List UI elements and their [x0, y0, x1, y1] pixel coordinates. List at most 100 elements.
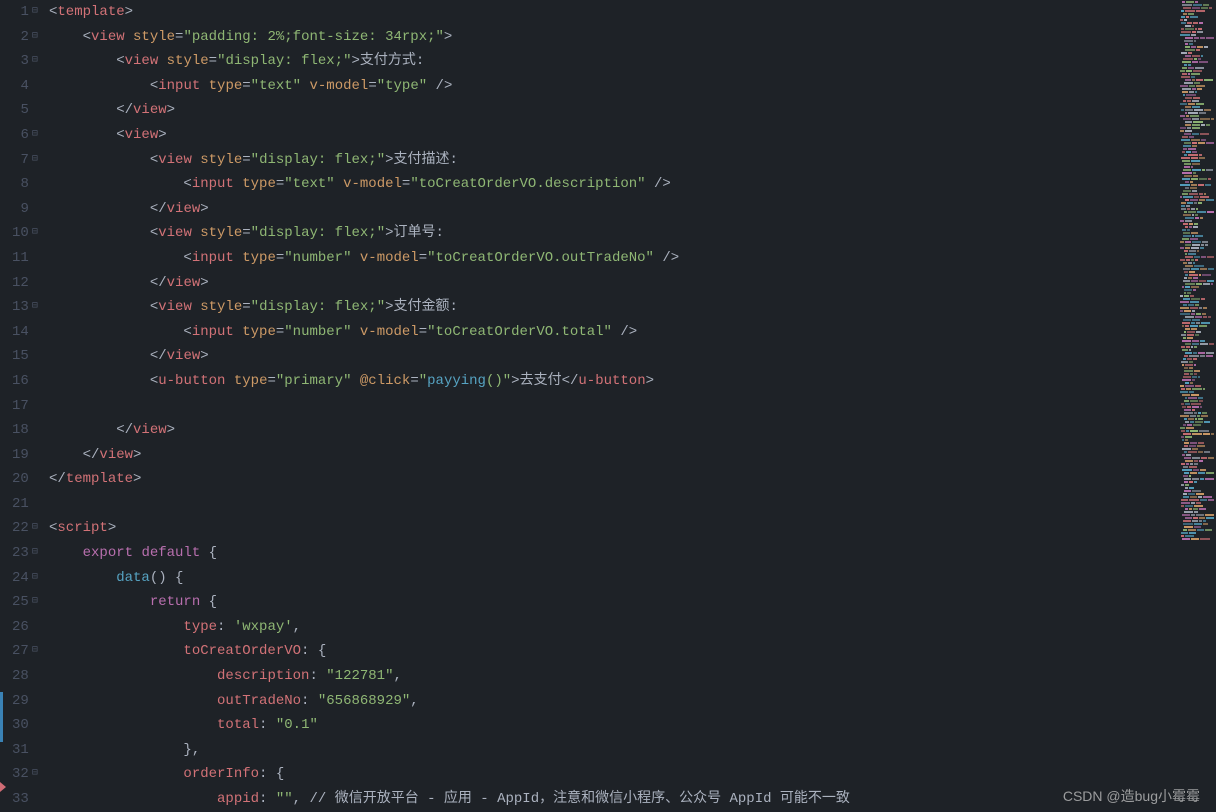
fold-icon[interactable]: ⊟ — [29, 49, 41, 74]
minimap-row — [1180, 196, 1214, 198]
code-line[interactable]: <template> — [49, 0, 1212, 25]
fold-icon[interactable]: ⊟ — [29, 566, 41, 591]
gutter-line[interactable]: 9 — [8, 197, 41, 222]
gutter-line[interactable]: 25⊟ — [8, 590, 41, 615]
code-line[interactable]: return { — [49, 590, 1212, 615]
minimap[interactable] — [1178, 0, 1216, 812]
gutter-line[interactable]: 22⊟ — [8, 516, 41, 541]
gutter-line[interactable]: 2⊟ — [8, 25, 41, 50]
code-line[interactable]: <view style="display: flex;">订单号: — [49, 221, 1212, 246]
gutter-line[interactable]: 20 — [8, 467, 41, 492]
fold-icon[interactable]: ⊟ — [29, 221, 41, 246]
breakpoint-cursor — [0, 782, 6, 792]
token: " — [419, 373, 427, 389]
code-line[interactable]: </view> — [49, 271, 1212, 296]
code-line[interactable]: <view style="display: flex;">支付描述: — [49, 148, 1212, 173]
code-line[interactable]: export default { — [49, 541, 1212, 566]
minimap-row — [1180, 325, 1214, 327]
minimap-row — [1180, 364, 1214, 366]
minimap-row — [1180, 532, 1214, 534]
token: view — [125, 53, 159, 69]
fold-icon[interactable]: ⊟ — [29, 25, 41, 50]
fold-icon[interactable]: ⊟ — [29, 762, 41, 787]
token: < — [183, 324, 191, 340]
code-line[interactable]: <view style="display: flex;">支付方式: — [49, 49, 1212, 74]
code-area[interactable]: <template> <view style="padding: 2%;font… — [45, 0, 1216, 812]
gutter-line[interactable]: 14 — [8, 320, 41, 345]
gutter-line[interactable]: 12 — [8, 271, 41, 296]
token: = — [276, 250, 284, 266]
gutter-line[interactable]: 5 — [8, 98, 41, 123]
code-line[interactable]: </template> — [49, 467, 1212, 492]
gutter-line[interactable]: 17 — [8, 394, 41, 419]
gutter-line[interactable]: 23⊟ — [8, 541, 41, 566]
code-line[interactable]: outTradeNo: "656868929", — [49, 689, 1212, 714]
fold-icon[interactable]: ⊟ — [29, 0, 41, 25]
code-line[interactable]: description: "122781", — [49, 664, 1212, 689]
code-line[interactable]: <view> — [49, 123, 1212, 148]
gutter-line[interactable]: 32⊟ — [8, 762, 41, 787]
gutter-line[interactable]: 15 — [8, 344, 41, 369]
code-line[interactable]: total: "0.1" — [49, 713, 1212, 738]
minimap-row — [1180, 526, 1214, 528]
gutter-line[interactable]: 8 — [8, 172, 41, 197]
code-line[interactable]: toCreatOrderVO: { — [49, 639, 1212, 664]
code-editor[interactable]: 1⊟2⊟3⊟456⊟7⊟8910⊟111213⊟1415161718192021… — [0, 0, 1216, 812]
gutter-line[interactable]: 7⊟ — [8, 148, 41, 173]
minimap-row — [1180, 508, 1214, 510]
code-line[interactable]: <view style="display: flex;">支付金额: — [49, 295, 1212, 320]
gutter-line[interactable]: 1⊟ — [8, 0, 41, 25]
gutter-line[interactable]: 6⊟ — [8, 123, 41, 148]
code-line[interactable]: }, — [49, 738, 1212, 763]
code-line[interactable]: type: 'wxpay', — [49, 615, 1212, 640]
code-line[interactable]: <input type="text" v-model="type" /> — [49, 74, 1212, 99]
fold-icon[interactable]: ⊟ — [29, 295, 41, 320]
gutter-line[interactable]: 21 — [8, 492, 41, 517]
code-line[interactable]: <input type="number" v-model="toCreatOrd… — [49, 246, 1212, 271]
code-line[interactable]: appid: "", // 微信开放平台 - 应用 - AppId，注意和微信小… — [49, 787, 1212, 812]
gutter-line[interactable]: 4 — [8, 74, 41, 99]
token: > — [385, 152, 393, 168]
minimap-row — [1180, 421, 1214, 423]
fold-icon[interactable]: ⊟ — [29, 148, 41, 173]
gutter-line[interactable]: 28 — [8, 664, 41, 689]
code-line[interactable]: <script> — [49, 516, 1212, 541]
gutter-line[interactable]: 10⊟ — [8, 221, 41, 246]
gutter-line[interactable]: 19 — [8, 443, 41, 468]
fold-icon[interactable]: ⊟ — [29, 541, 41, 566]
code-line[interactable]: </view> — [49, 98, 1212, 123]
code-line[interactable]: <view style="padding: 2%;font-size: 34rp… — [49, 25, 1212, 50]
code-line[interactable]: </view> — [49, 418, 1212, 443]
line-gutter[interactable]: 1⊟2⊟3⊟456⊟7⊟8910⊟111213⊟1415161718192021… — [0, 0, 45, 812]
minimap-row — [1180, 121, 1214, 123]
gutter-line[interactable]: 3⊟ — [8, 49, 41, 74]
code-line[interactable]: </view> — [49, 197, 1212, 222]
code-line[interactable]: data() { — [49, 566, 1212, 591]
gutter-line[interactable]: 11 — [8, 246, 41, 271]
gutter-line[interactable]: 24⊟ — [8, 566, 41, 591]
code-line[interactable]: </view> — [49, 443, 1212, 468]
code-line[interactable] — [49, 492, 1212, 517]
gutter-line[interactable]: 26 — [8, 615, 41, 640]
gutter-line[interactable]: 29 — [8, 689, 41, 714]
gutter-line[interactable]: 31 — [8, 738, 41, 763]
fold-icon[interactable]: ⊟ — [29, 590, 41, 615]
gutter-line[interactable]: 27⊟ — [8, 639, 41, 664]
fold-icon[interactable]: ⊟ — [29, 123, 41, 148]
minimap-row — [1180, 226, 1214, 228]
minimap-row — [1180, 22, 1214, 24]
fold-icon[interactable]: ⊟ — [29, 639, 41, 664]
gutter-line[interactable]: 30 — [8, 713, 41, 738]
gutter-line[interactable]: 13⊟ — [8, 295, 41, 320]
gutter-line[interactable]: 33 — [8, 787, 41, 812]
code-line[interactable] — [49, 394, 1212, 419]
code-line[interactable]: <input type="number" v-model="toCreatOrd… — [49, 320, 1212, 345]
token: , — [393, 668, 401, 684]
gutter-line[interactable]: 18 — [8, 418, 41, 443]
fold-icon[interactable]: ⊟ — [29, 516, 41, 541]
code-line[interactable]: </view> — [49, 344, 1212, 369]
code-line[interactable]: <u-button type="primary" @click="payying… — [49, 369, 1212, 394]
code-line[interactable]: orderInfo: { — [49, 762, 1212, 787]
gutter-line[interactable]: 16 — [8, 369, 41, 394]
code-line[interactable]: <input type="text" v-model="toCreatOrder… — [49, 172, 1212, 197]
